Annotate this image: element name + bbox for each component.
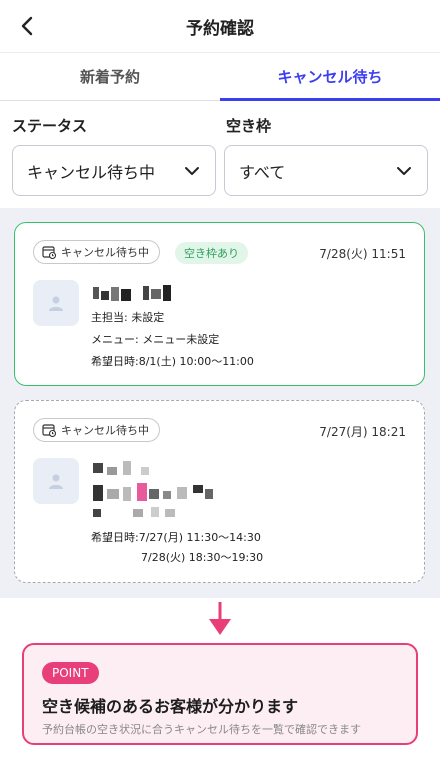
preferred-datetime-text: 希望日時:8/1(土) 10:00〜11:00 bbox=[91, 355, 254, 368]
received-datetime: 7/27(月) 18:21 bbox=[319, 425, 406, 439]
point-callout: POINT 空き候補のあるお客様が分かります 予約台帳の空き状況に合うキャンセル… bbox=[22, 643, 418, 745]
avatar bbox=[33, 458, 79, 504]
status-pill-label: キャンセル待ち中 bbox=[61, 246, 149, 259]
status-pill: キャンセル待ち中 bbox=[33, 240, 160, 264]
tab-new-reservations[interactable]: 新着予約 bbox=[0, 53, 220, 100]
customer-name-blurred bbox=[93, 461, 233, 525]
point-title: 空き候補のあるお客様が分かります bbox=[42, 697, 299, 716]
tab-bar: 新着予約 キャンセル待ち bbox=[0, 52, 440, 101]
chevron-down-icon bbox=[397, 166, 411, 175]
status-pill: キャンセル待ち中 bbox=[33, 418, 160, 442]
status-select[interactable]: キャンセル待ち中 bbox=[12, 145, 216, 196]
arrow-down-icon bbox=[209, 602, 231, 635]
waitlist-list: キャンセル待ち中 空き枠あり 7/28(火) 11:51 主担当: 未設定 メニ… bbox=[0, 208, 440, 598]
point-badge: POINT bbox=[42, 662, 99, 684]
person-icon bbox=[49, 474, 63, 489]
chevron-down-icon bbox=[185, 166, 199, 175]
menu-text: メニュー: メニュー未設定 bbox=[91, 333, 220, 346]
slot-select-value: すべて bbox=[239, 162, 286, 182]
avatar bbox=[33, 280, 79, 326]
point-subtitle: 予約台帳の空き状況に合うキャンセル待ちを一覧で確認できます bbox=[42, 723, 361, 736]
calendar-clock-icon bbox=[42, 424, 56, 437]
tab-cancel-waiting[interactable]: キャンセル待ち bbox=[220, 53, 440, 101]
preferred-datetime-text: 希望日時:7/27(月) 11:30〜14:30 bbox=[91, 531, 261, 544]
status-filter-label: ステータス bbox=[12, 117, 88, 135]
app-header: 予約確認 bbox=[0, 0, 440, 52]
available-slot-badge: 空き枠あり bbox=[175, 242, 248, 264]
status-select-value: キャンセル待ち中 bbox=[27, 162, 156, 182]
slot-filter-label: 空き枠 bbox=[226, 117, 272, 135]
person-icon bbox=[49, 296, 63, 311]
card-details: 主担当: 未設定 メニュー: メニュー未設定 希望日時:8/1(土) 10:00… bbox=[91, 307, 254, 373]
preferred-datetime-text-2: 7/28(火) 18:30〜19:30 bbox=[141, 551, 264, 564]
slot-select[interactable]: すべて bbox=[224, 145, 428, 196]
waitlist-card[interactable]: キャンセル待ち中 7/27(月) 18:21 希望日時:7/27(月) 11:3… bbox=[14, 400, 425, 583]
page-title: 予約確認 bbox=[186, 19, 254, 39]
waitlist-card[interactable]: キャンセル待ち中 空き枠あり 7/28(火) 11:51 主担当: 未設定 メニ… bbox=[14, 222, 425, 386]
status-pill-label: キャンセル待ち中 bbox=[61, 424, 149, 437]
calendar-clock-icon bbox=[42, 246, 56, 259]
received-datetime: 7/28(火) 11:51 bbox=[319, 247, 406, 261]
filter-section: ステータス 空き枠 キャンセル待ち中 すべて bbox=[0, 101, 440, 208]
assignee-text: 主担当: 未設定 bbox=[91, 311, 165, 324]
customer-name-blurred bbox=[93, 283, 183, 303]
